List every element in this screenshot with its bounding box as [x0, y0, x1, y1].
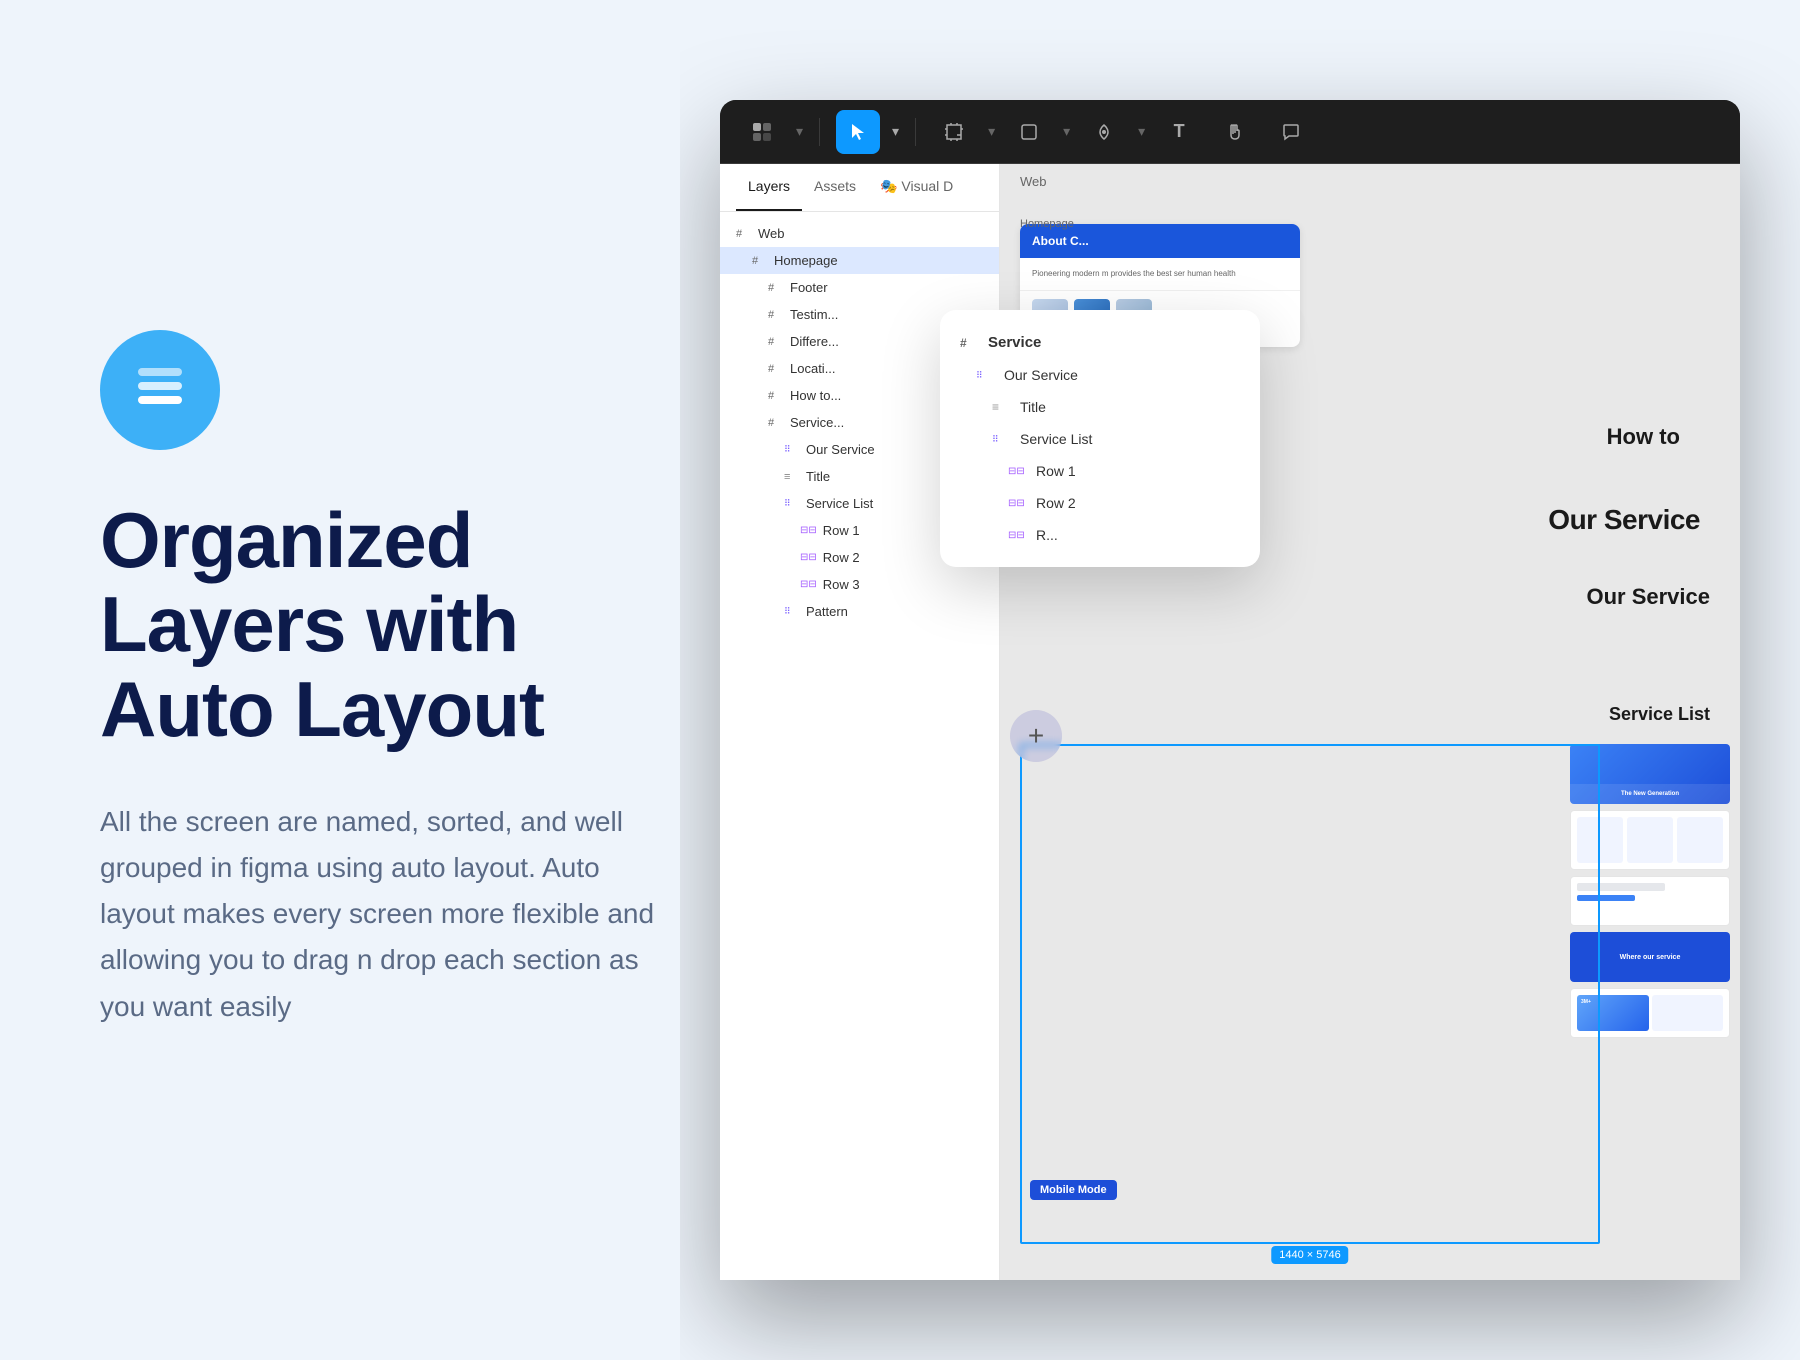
- figma-toolbar: ▾ ▾ ▾ ▾: [720, 100, 1740, 164]
- popup-service-list-label: Service List: [1020, 431, 1092, 447]
- logo-icon: [100, 330, 220, 450]
- popup-layer-row3[interactable]: ⊟⊟ R...: [940, 519, 1260, 551]
- layer-location-label: Locati...: [790, 361, 836, 376]
- frame-icon: #: [736, 228, 752, 240]
- layer-difference-label: Differe...: [790, 334, 839, 349]
- popup-layer-row2[interactable]: ⊟⊟ Row 2: [940, 487, 1260, 519]
- frame-selector: 1440 × 5746: [1020, 744, 1600, 1244]
- list-icon: ≡: [784, 471, 800, 483]
- comment-tool[interactable]: [1269, 110, 1313, 154]
- about-body: Pioneering modern m provides the best se…: [1020, 258, 1300, 291]
- mobile-preview-strip: The New Generation Where our service: [1570, 744, 1730, 1038]
- frame-icon: #: [768, 363, 784, 375]
- sidebar-tabs: Layers Assets 🎭 Visual D: [720, 164, 999, 212]
- canvas-web-label: Web: [1020, 174, 1047, 189]
- our-service-canvas-label2: Our Service: [1586, 584, 1710, 610]
- layer-testimonials-label: Testim...: [790, 307, 838, 322]
- popup-layer-service[interactable]: # Service: [940, 326, 1260, 359]
- frame-icon: #: [768, 390, 784, 402]
- shape-tool[interactable]: [1007, 110, 1051, 154]
- popup-layer-row1[interactable]: ⊟⊟ Row 1: [940, 455, 1260, 487]
- popup-layer-service-list[interactable]: ⠿ Service List: [940, 423, 1260, 455]
- layer-row2-label: Row 2: [823, 550, 860, 565]
- frame-icon: #: [960, 336, 978, 350]
- tab-layers[interactable]: Layers: [736, 164, 802, 211]
- layer-service-list-label: Service List: [806, 496, 873, 511]
- headline: Organized Layers with Auto Layout: [100, 498, 660, 751]
- popup-our-service-label: Our Service: [1004, 367, 1078, 383]
- description: All the screen are named, sorted, and we…: [100, 799, 660, 1030]
- popup-panel: # Service ⠿ Our Service ≡ Title ⠿ Servic…: [940, 310, 1260, 567]
- tab-visual[interactable]: 🎭 Visual D: [868, 164, 965, 211]
- list-icon: ≡: [992, 400, 1010, 414]
- instance-icon: ⠿: [992, 434, 1010, 445]
- layer-web-label: Web: [758, 226, 785, 241]
- popup-layer-our-service[interactable]: ⠿ Our Service: [940, 359, 1260, 391]
- canvas-frame-label: Homepage: [1020, 218, 1074, 230]
- component-icon: ⊟⊟: [800, 579, 817, 590]
- layer-pattern[interactable]: ⠿ Pattern: [720, 598, 999, 625]
- layer-homepage[interactable]: # Homepage: [720, 247, 999, 274]
- layer-row3[interactable]: ⊟⊟ Row 3: [720, 571, 999, 598]
- component-icon: ⊟⊟: [1008, 466, 1026, 477]
- left-panel: Organized Layers with Auto Layout All th…: [0, 0, 760, 1360]
- tab-assets[interactable]: Assets: [802, 164, 868, 211]
- popup-row3-label: R...: [1036, 527, 1058, 543]
- add-button[interactable]: +: [1010, 710, 1062, 762]
- service-list-canvas-label: Service List: [1609, 704, 1710, 725]
- component-icon: ⊟⊟: [1008, 498, 1026, 509]
- layer-title-label: Title: [806, 469, 830, 484]
- component-icon: ⊟⊟: [1008, 530, 1026, 541]
- layer-homepage-label: Homepage: [774, 253, 838, 268]
- layer-our-service-label: Our Service: [806, 442, 875, 457]
- layer-pattern-label: Pattern: [806, 604, 848, 619]
- our-service-canvas-label: Our Service: [1548, 504, 1700, 536]
- frame-icon: #: [752, 255, 768, 267]
- popup-layer-title[interactable]: ≡ Title: [940, 391, 1260, 423]
- howto-canvas-label: How to: [1607, 424, 1680, 450]
- mobile-mode-label: Mobile Mode: [1030, 1180, 1117, 1200]
- popup-row1-label: Row 1: [1036, 463, 1076, 479]
- frame-icon: #: [768, 417, 784, 429]
- select-tool[interactable]: [836, 110, 880, 154]
- hand-tool[interactable]: [1213, 110, 1257, 154]
- popup-service-label: Service: [988, 334, 1041, 351]
- pen-tool[interactable]: [1082, 110, 1126, 154]
- right-panel: ▾ ▾ ▾ ▾: [680, 0, 1800, 1360]
- layer-row1-label: Row 1: [823, 523, 860, 538]
- frame-icon: #: [768, 282, 784, 294]
- component-icon: ⊟⊟: [800, 525, 817, 536]
- plugin-icon[interactable]: [740, 110, 784, 154]
- frame-icon: #: [768, 336, 784, 348]
- instance-icon: ⠿: [784, 498, 800, 509]
- figma-window: ▾ ▾ ▾ ▾: [720, 100, 1740, 1280]
- component-icon: ⊟⊟: [800, 552, 817, 563]
- canvas-size-label: 1440 × 5746: [1271, 1246, 1348, 1264]
- layer-footer[interactable]: # Footer: [720, 274, 999, 301]
- layer-footer-label: Footer: [790, 280, 828, 295]
- instance-icon: ⠿: [976, 370, 994, 381]
- layer-row3-label: Row 3: [823, 577, 860, 592]
- frame-icon: #: [768, 309, 784, 321]
- instance-icon: ⠿: [784, 606, 800, 617]
- layer-web[interactable]: # Web: [720, 220, 999, 247]
- frame-tool[interactable]: [932, 110, 976, 154]
- instance-icon: ⠿: [784, 444, 800, 455]
- popup-title-label: Title: [1020, 399, 1046, 415]
- popup-row2-label: Row 2: [1036, 495, 1076, 511]
- text-tool[interactable]: T: [1157, 110, 1201, 154]
- layer-howto-label: How to...: [790, 388, 841, 403]
- layer-service-label: Service...: [790, 415, 844, 430]
